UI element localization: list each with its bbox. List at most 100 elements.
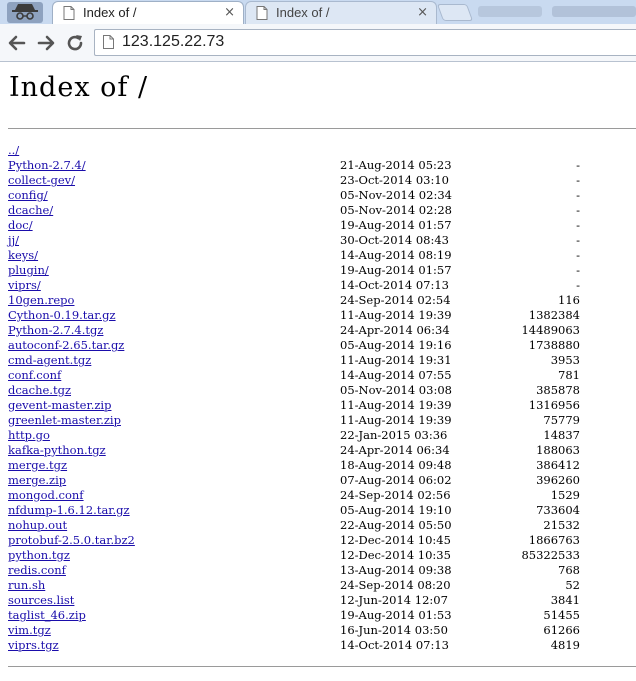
bottom-divider bbox=[8, 666, 636, 667]
address-bar[interactable]: 123.125.22.73 bbox=[94, 29, 636, 56]
file-link[interactable]: keys/ bbox=[8, 248, 38, 263]
file-size: 1316956 bbox=[528, 398, 580, 412]
file-link[interactable]: cmd-agent.tgz bbox=[8, 353, 91, 368]
file-link[interactable]: nohup.out bbox=[8, 518, 67, 533]
file-link[interactable]: Cython-0.19.tar.gz bbox=[8, 308, 116, 323]
listing-row: merge.tgz 18-Aug-2014 09:48 386412 bbox=[8, 458, 636, 473]
listing-row: mongod.conf 24-Sep-2014 02:56 1529 bbox=[8, 488, 636, 503]
forward-arrow-icon[interactable] bbox=[36, 33, 56, 53]
file-size: 188063 bbox=[536, 443, 580, 457]
listing-row: Python-2.7.4.tgz 24-Apr-2014 06:34 1448906… bbox=[8, 323, 636, 338]
blurred-tab-area bbox=[478, 6, 636, 17]
tab-title: Index of / bbox=[276, 5, 330, 20]
file-link[interactable]: dcache.tgz bbox=[8, 383, 71, 398]
file-link[interactable]: gevent-master.zip bbox=[8, 398, 111, 413]
modified-date: 30-Oct-2014 08:43 bbox=[340, 233, 449, 247]
close-tab-icon[interactable]: × bbox=[417, 5, 428, 20]
listing-row: vim.tgz 16-Jun-2014 03:50 61266 bbox=[8, 623, 636, 638]
modified-date: 24-Apr-2014 06:34 bbox=[340, 443, 450, 457]
file-link[interactable]: sources.list bbox=[8, 593, 74, 608]
tab-strip: Index of / × Index of / × bbox=[0, 0, 636, 24]
file-link[interactable]: http.go bbox=[8, 428, 50, 443]
modified-date: 24-Sep-2014 02:56 bbox=[340, 488, 451, 502]
listing-row: viprs/14-Oct-2014 07:13 - bbox=[8, 278, 636, 293]
file-link[interactable]: Python-2.7.4/ bbox=[8, 158, 86, 173]
listing-row: python.tgz 12-Dec-2014 10:35 85322533 bbox=[8, 548, 636, 563]
modified-date: 14-Aug-2014 08:19 bbox=[340, 248, 452, 262]
listing-row: gevent-master.zip 11-Aug-2014 19:39 131695… bbox=[8, 398, 636, 413]
file-size: 1529 bbox=[550, 488, 580, 502]
file-link[interactable]: dcache/ bbox=[8, 203, 53, 218]
file-link[interactable]: viprs.tgz bbox=[8, 638, 59, 653]
listing-row: Python-2.7.4/21-Aug-2014 05:23 - bbox=[8, 158, 636, 173]
listing-row: plugin/19-Aug-2014 01:57 - bbox=[8, 263, 636, 278]
listing-row: greenlet-master.zip 11-Aug-2014 19:39 7577… bbox=[8, 413, 636, 428]
modified-date: 11-Aug-2014 19:39 bbox=[340, 413, 452, 427]
listing-row: nohup.out 22-Aug-2014 05:50 21532 bbox=[8, 518, 636, 533]
modified-date: 14-Oct-2014 07:13 bbox=[340, 278, 449, 292]
modified-date: 16-Jun-2014 03:50 bbox=[340, 623, 448, 637]
file-size: - bbox=[576, 173, 580, 187]
file-link[interactable]: collect-gev/ bbox=[8, 173, 75, 188]
listing-row: redis.conf 13-Aug-2014 09:38 768 bbox=[8, 563, 636, 578]
modified-date: 21-Aug-2014 05:23 bbox=[340, 158, 452, 172]
page-icon bbox=[63, 6, 75, 20]
file-link[interactable]: conf.conf bbox=[8, 368, 61, 383]
file-link[interactable]: nfdump-1.6.12.tar.gz bbox=[8, 503, 130, 518]
file-link[interactable]: autoconf-2.65.tar.gz bbox=[8, 338, 124, 353]
file-link[interactable]: Python-2.7.4.tgz bbox=[8, 323, 103, 338]
page-icon bbox=[103, 35, 114, 49]
file-link[interactable]: viprs/ bbox=[8, 278, 41, 293]
browser-toolbar: 123.125.22.73 bbox=[0, 24, 636, 62]
incognito-icon bbox=[7, 2, 43, 23]
directory-listing: ../Python-2.7.4/21-Aug-2014 05:23- collec… bbox=[8, 143, 636, 653]
file-link[interactable]: merge.zip bbox=[8, 473, 66, 488]
file-size: 52 bbox=[565, 578, 580, 592]
file-link[interactable]: merge.tgz bbox=[8, 458, 67, 473]
file-link[interactable]: python.tgz bbox=[8, 548, 70, 563]
file-size: - bbox=[576, 233, 580, 247]
address-url[interactable]: 123.125.22.73 bbox=[122, 33, 224, 51]
file-link[interactable]: 10gen.repo bbox=[8, 293, 74, 308]
file-link[interactable]: redis.conf bbox=[8, 563, 66, 578]
listing-row: conf.conf 14-Aug-2014 07:55 781 bbox=[8, 368, 636, 383]
tab-index-active[interactable]: Index of / × bbox=[52, 1, 244, 24]
modified-date: 24-Sep-2014 08:20 bbox=[340, 578, 451, 592]
modified-date: 24-Apr-2014 06:34 bbox=[340, 323, 450, 337]
back-arrow-icon[interactable] bbox=[7, 33, 27, 53]
file-link[interactable]: plugin/ bbox=[8, 263, 49, 278]
listing-row: protobuf-2.5.0.tar.bz2 12-Dec-2014 10:45 1… bbox=[8, 533, 636, 548]
file-size: 14837 bbox=[543, 428, 580, 442]
file-link[interactable]: ../ bbox=[8, 143, 19, 158]
file-link[interactable]: vim.tgz bbox=[8, 623, 51, 638]
modified-date: 05-Aug-2014 19:10 bbox=[340, 503, 452, 517]
file-size: 21532 bbox=[543, 518, 580, 532]
modified-date: 13-Aug-2014 09:38 bbox=[340, 563, 452, 577]
listing-row: ../ bbox=[8, 143, 636, 158]
file-link[interactable]: run.sh bbox=[8, 578, 45, 593]
file-link[interactable]: protobuf-2.5.0.tar.bz2 bbox=[8, 533, 135, 548]
file-link[interactable]: doc/ bbox=[8, 218, 33, 233]
close-tab-icon[interactable]: × bbox=[224, 5, 235, 20]
reload-icon[interactable] bbox=[65, 33, 85, 53]
file-link[interactable]: kafka-python.tgz bbox=[8, 443, 106, 458]
file-size: 3841 bbox=[550, 593, 580, 607]
file-size: - bbox=[576, 263, 580, 277]
file-size: 61266 bbox=[543, 623, 580, 637]
modified-date: 11-Aug-2014 19:39 bbox=[340, 308, 452, 322]
file-link[interactable]: mongod.conf bbox=[8, 488, 84, 503]
file-link[interactable]: jj/ bbox=[8, 233, 19, 248]
file-link[interactable]: config/ bbox=[8, 188, 48, 203]
file-size: 781 bbox=[558, 368, 580, 382]
file-link[interactable]: taglist_46.zip bbox=[8, 608, 86, 623]
modified-date: 05-Aug-2014 19:16 bbox=[340, 338, 452, 352]
file-size: - bbox=[576, 248, 580, 262]
tab-index-inactive[interactable]: Index of / × bbox=[245, 1, 437, 24]
file-link[interactable]: greenlet-master.zip bbox=[8, 413, 121, 428]
modified-date: 19-Aug-2014 01:57 bbox=[340, 218, 452, 232]
listing-row: doc/19-Aug-2014 01:57 - bbox=[8, 218, 636, 233]
modified-date: 05-Nov-2014 02:34 bbox=[340, 188, 452, 202]
listing-row: keys/14-Aug-2014 08:19 - bbox=[8, 248, 636, 263]
file-size: - bbox=[576, 188, 580, 202]
new-tab-button[interactable] bbox=[436, 4, 474, 21]
